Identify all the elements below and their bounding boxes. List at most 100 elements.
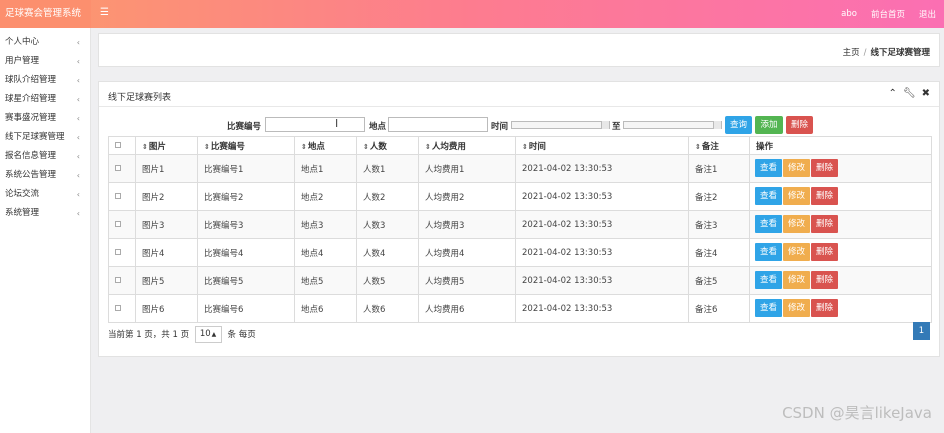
row-checkbox[interactable] [115,164,121,171]
breadcrumb-panel: 主页 / 线下足球赛管理 [98,33,940,67]
query-button[interactable]: 查询 [725,116,752,134]
chevron-left-icon: ‹ [76,95,80,104]
chevron-left-icon: ‹ [76,171,80,180]
row-checkbox[interactable] [115,192,121,199]
sort-icon: ⇕ [695,142,701,151]
column-header[interactable]: ⇕人均费用 [418,136,516,155]
column-header[interactable]: ⇕地点 [294,136,357,155]
row-select-cell [108,238,136,267]
sidebar-item-teams[interactable]: 球队介绍管理 ‹ [0,71,90,90]
column-header[interactable]: ⇕比赛编号 [197,136,295,155]
match-code-label: 比赛编号 [227,122,262,132]
page-button-1[interactable]: 1 [913,322,930,340]
sidebar-item-registrations[interactable]: 报名信息管理 ‹ [0,147,90,166]
close-icon[interactable]: ✖ [922,88,930,99]
add-button[interactable]: 添加 [755,116,783,134]
chevron-up-icon[interactable]: ⌃ [889,88,897,99]
row-checkbox[interactable] [115,220,121,227]
place-cell: 地点2 [294,182,357,211]
view-button[interactable]: 查看 [755,299,782,317]
match-table: ⇕图片 ⇕比赛编号 ⇕地点 ⇕人数 ⇕人均费用 ⇕时间 ⇕备注 操作 图片1 比… [108,136,932,323]
delete-row-button[interactable]: 删除 [811,159,838,177]
delete-row-button[interactable]: 删除 [811,299,838,317]
time-cell: 2021-04-02 13:30:53 [515,182,689,211]
sidebar-item-stars[interactable]: 球星介绍管理 ‹ [0,90,90,109]
chevron-left-icon: ‹ [76,76,80,85]
view-button[interactable]: 查看 [755,271,782,289]
chevron-left-icon: ‹ [76,38,80,47]
top-bar: 足球赛会管理系统 ☰ abo 前台首页 退出 [0,0,944,28]
column-header[interactable]: ⇕图片 [135,136,198,155]
actions-cell: 查看 修改 删除 [749,210,932,239]
view-button[interactable]: 查看 [755,159,782,177]
sidebar-item-system[interactable]: 系统管理 ‹ [0,204,90,223]
sidebar-item-users[interactable]: 用户管理 ‹ [0,52,90,71]
code-cell: 比赛编号3 [197,210,295,239]
image-cell: 图片6 [135,294,198,323]
page-size-select[interactable]: 10▲ [194,326,222,343]
edit-button[interactable]: 修改 [783,271,810,289]
chevron-left-icon: ‹ [76,152,80,161]
edit-button[interactable]: 修改 [783,243,810,261]
caret-down-icon: ▲ [211,331,217,338]
row-checkbox[interactable] [115,276,121,283]
sidebar-item-announcements[interactable]: 系统公告管理 ‹ [0,166,90,185]
sidebar-item-offline-matches[interactable]: 线下足球赛管理 ‹ [0,128,90,147]
column-header-label: 备注 [701,141,719,152]
time-cell: 2021-04-02 13:30:53 [515,238,689,267]
row-checkbox[interactable] [115,304,121,311]
edit-button[interactable]: 修改 [783,215,810,233]
sidebar-item-events[interactable]: 赛事盛况管理 ‹ [0,109,90,128]
actions-cell: 查看 修改 删除 [749,154,932,183]
delete-button[interactable]: 删除 [786,116,813,134]
chevron-left-icon: ‹ [76,133,80,142]
calendar-dropdown-icon[interactable] [601,121,609,129]
hamburger-icon[interactable]: ☰ [100,7,112,19]
app-title: 足球赛会管理系统 [0,0,91,28]
column-header[interactable]: ⇕时间 [515,136,689,155]
count-cell: 人数1 [356,154,419,183]
wrench-icon[interactable]: 🔧︎ [903,88,916,99]
column-header[interactable]: ⇕备注 [688,136,750,155]
image-cell: 图片4 [135,238,198,267]
count-cell: 人数2 [356,182,419,211]
image-cell: 图片5 [135,266,198,295]
select-all-checkbox[interactable] [115,141,121,148]
edit-button[interactable]: 修改 [783,159,810,177]
table-row: 图片2 比赛编号2 地点2 人数2 人均费用2 2021-04-02 13:30… [108,182,932,211]
user-name[interactable]: abo [841,9,857,19]
time-cell: 2021-04-02 13:30:53 [515,266,689,295]
frontend-home-link[interactable]: 前台首页 [871,8,905,20]
view-button[interactable]: 查看 [755,215,782,233]
view-button[interactable]: 查看 [755,243,782,261]
sidebar-item-forum[interactable]: 论坛交流 ‹ [0,185,90,204]
sort-icon: ⇕ [142,142,148,151]
calendar-dropdown-icon[interactable] [713,121,721,129]
sidebar-item-label: 系统管理 [5,208,40,218]
sidebar-item-label: 论坛交流 [5,189,40,199]
edit-button[interactable]: 修改 [783,299,810,317]
logout-link[interactable]: 退出 [919,8,936,20]
delete-row-button[interactable]: 删除 [811,187,838,205]
table-row: 图片3 比赛编号3 地点3 人数3 人均费用3 2021-04-02 13:30… [108,210,932,239]
breadcrumb-home[interactable]: 主页 [843,48,860,58]
start-date-picker[interactable] [511,121,610,129]
sidebar-item-label: 报名信息管理 [5,151,57,161]
delete-row-button[interactable]: 删除 [811,243,838,261]
fee-cell: 人均费用4 [418,238,516,267]
table-row: 图片5 比赛编号5 地点5 人数5 人均费用5 2021-04-02 13:30… [108,266,932,295]
column-header[interactable]: ⇕人数 [356,136,419,155]
to-label: 至 [612,122,621,132]
delete-row-button[interactable]: 删除 [811,215,838,233]
row-checkbox[interactable] [115,248,121,255]
image-cell: 图片3 [135,210,198,239]
match-code-input[interactable] [265,117,365,132]
edit-button[interactable]: 修改 [783,187,810,205]
end-date-picker[interactable] [623,121,722,129]
sidebar-item-profile[interactable]: 个人中心 ‹ [0,33,90,52]
delete-row-button[interactable]: 删除 [811,271,838,289]
place-input[interactable] [388,117,488,132]
page-summary: 当前第 1 页，共 1 页 [108,330,190,340]
view-button[interactable]: 查看 [755,187,782,205]
sidebar-item-label: 球星介绍管理 [5,94,57,104]
